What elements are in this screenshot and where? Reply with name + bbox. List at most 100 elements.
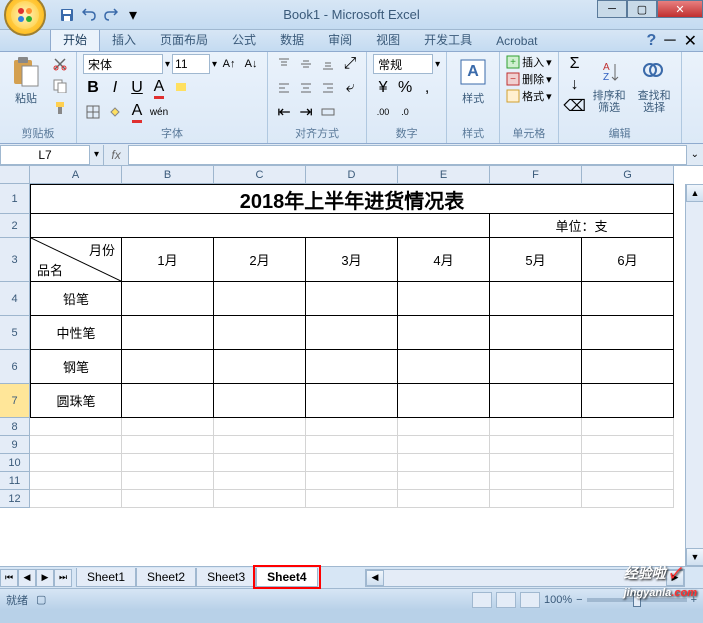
cell[interactable] <box>306 454 398 472</box>
row-header[interactable]: 4 <box>0 282 30 316</box>
row-header[interactable]: 7 <box>0 384 30 418</box>
sheet-nav-prev-icon[interactable]: ◀ <box>18 569 36 587</box>
decrease-decimal-icon[interactable]: .0 <box>395 102 415 122</box>
align-top-icon[interactable] <box>274 54 294 74</box>
cell[interactable] <box>582 350 674 384</box>
align-bottom-icon[interactable] <box>318 54 338 74</box>
scroll-up-icon[interactable]: ▲ <box>686 184 703 202</box>
cells-area[interactable]: 2018年上半年进货情况表单位：支月份品名1月2月3月4月5月6月铅笔中性笔钢笔… <box>30 184 674 508</box>
cell[interactable] <box>122 350 214 384</box>
comma-icon[interactable]: , <box>417 78 437 98</box>
cell[interactable]: 2月 <box>214 238 306 282</box>
cell[interactable] <box>582 418 674 436</box>
cell[interactable] <box>122 418 214 436</box>
row-header[interactable]: 11 <box>0 472 30 490</box>
cell[interactable] <box>306 490 398 508</box>
cell[interactable] <box>214 472 306 490</box>
sheet-tab[interactable]: Sheet2 <box>136 568 196 587</box>
tab-developer[interactable]: 开发工具 <box>412 28 484 51</box>
column-header[interactable]: A <box>30 166 122 184</box>
save-icon[interactable] <box>58 6 76 24</box>
cell[interactable] <box>214 436 306 454</box>
row-header[interactable]: 3 <box>0 238 30 282</box>
zoom-out-icon[interactable]: − <box>576 594 582 606</box>
cell[interactable]: 钢笔 <box>30 350 122 384</box>
cell[interactable] <box>490 472 582 490</box>
cell[interactable] <box>398 282 490 316</box>
increase-indent-icon[interactable]: ⇥ <box>296 102 316 122</box>
column-header[interactable]: E <box>398 166 490 184</box>
cell[interactable] <box>490 454 582 472</box>
column-header[interactable]: F <box>490 166 582 184</box>
cell[interactable] <box>582 282 674 316</box>
macro-record-icon[interactable]: ▢ <box>36 593 46 606</box>
column-header[interactable]: C <box>214 166 306 184</box>
sheet-nav-next-icon[interactable]: ▶ <box>36 569 54 587</box>
cell[interactable] <box>214 490 306 508</box>
sort-filter-button[interactable]: AZ 排序和 筛选 <box>589 54 630 116</box>
cell[interactable]: 5月 <box>490 238 582 282</box>
tab-view[interactable]: 视图 <box>364 28 412 51</box>
underline-icon[interactable]: U <box>127 78 147 98</box>
page-break-view-icon[interactable] <box>520 592 540 608</box>
cell[interactable] <box>122 282 214 316</box>
sheet-tab[interactable]: Sheet3 <box>196 568 256 587</box>
increase-font-icon[interactable]: A↑ <box>219 54 239 74</box>
cell[interactable] <box>398 490 490 508</box>
cell[interactable]: 1月 <box>122 238 214 282</box>
tab-pagelayout[interactable]: 页面布局 <box>148 28 220 51</box>
cell[interactable] <box>30 454 122 472</box>
currency-icon[interactable]: ¥ <box>373 78 393 98</box>
sheet-tab[interactable]: Sheet4 <box>256 568 317 587</box>
cell[interactable] <box>122 490 214 508</box>
cell[interactable] <box>582 490 674 508</box>
cell[interactable] <box>122 384 214 418</box>
unit-cell[interactable]: 单位：支 <box>490 214 674 238</box>
fx-button[interactable]: fx <box>104 148 128 162</box>
cell[interactable] <box>214 384 306 418</box>
decrease-indent-icon[interactable]: ⇤ <box>274 102 294 122</box>
fill-icon[interactable] <box>105 102 125 122</box>
tab-data[interactable]: 数据 <box>268 28 316 51</box>
row-header[interactable]: 10 <box>0 454 30 472</box>
cell[interactable] <box>306 316 398 350</box>
find-select-button[interactable]: 查找和 选择 <box>634 54 675 116</box>
row-header[interactable]: 6 <box>0 350 30 384</box>
align-right-icon[interactable] <box>318 78 338 98</box>
increase-decimal-icon[interactable]: .00 <box>373 102 393 122</box>
wrap-text-icon[interactable]: ⤶ <box>340 78 360 98</box>
cell[interactable] <box>30 490 122 508</box>
cell[interactable] <box>490 490 582 508</box>
format-painter-icon[interactable] <box>50 98 70 118</box>
vertical-scrollbar[interactable]: ▲ ▼ <box>685 184 703 566</box>
cell[interactable] <box>306 472 398 490</box>
cell[interactable]: 铅笔 <box>30 282 122 316</box>
cell[interactable] <box>214 282 306 316</box>
cell[interactable] <box>490 436 582 454</box>
row-header[interactable]: 12 <box>0 490 30 508</box>
tab-home[interactable]: 开始 <box>50 27 100 51</box>
redo-icon[interactable] <box>102 6 120 24</box>
cut-icon[interactable] <box>50 54 70 74</box>
font-size-select[interactable] <box>172 54 210 74</box>
cell[interactable]: 3月 <box>306 238 398 282</box>
cell[interactable] <box>582 384 674 418</box>
insert-cells-button[interactable]: +插入 ▾ <box>506 54 552 70</box>
cell[interactable] <box>122 316 214 350</box>
zoom-level[interactable]: 100% <box>544 594 572 606</box>
cell[interactable]: 6月 <box>582 238 674 282</box>
paste-button[interactable]: 粘贴 <box>6 54 46 108</box>
row-header[interactable]: 5 <box>0 316 30 350</box>
tab-insert[interactable]: 插入 <box>100 28 148 51</box>
help-icon[interactable]: ? <box>646 32 656 50</box>
cell[interactable] <box>306 436 398 454</box>
orientation-icon[interactable]: ⤢ <box>340 54 360 74</box>
tab-formulas[interactable]: 公式 <box>220 28 268 51</box>
row-header[interactable]: 1 <box>0 184 30 214</box>
autosum-icon[interactable]: Σ <box>565 54 585 74</box>
cell[interactable] <box>490 418 582 436</box>
cell[interactable] <box>30 214 490 238</box>
formula-expand-icon[interactable]: ⌄ <box>687 149 703 160</box>
cell[interactable]: 圆珠笔 <box>30 384 122 418</box>
phonetic-icon[interactable]: wén <box>149 102 169 122</box>
